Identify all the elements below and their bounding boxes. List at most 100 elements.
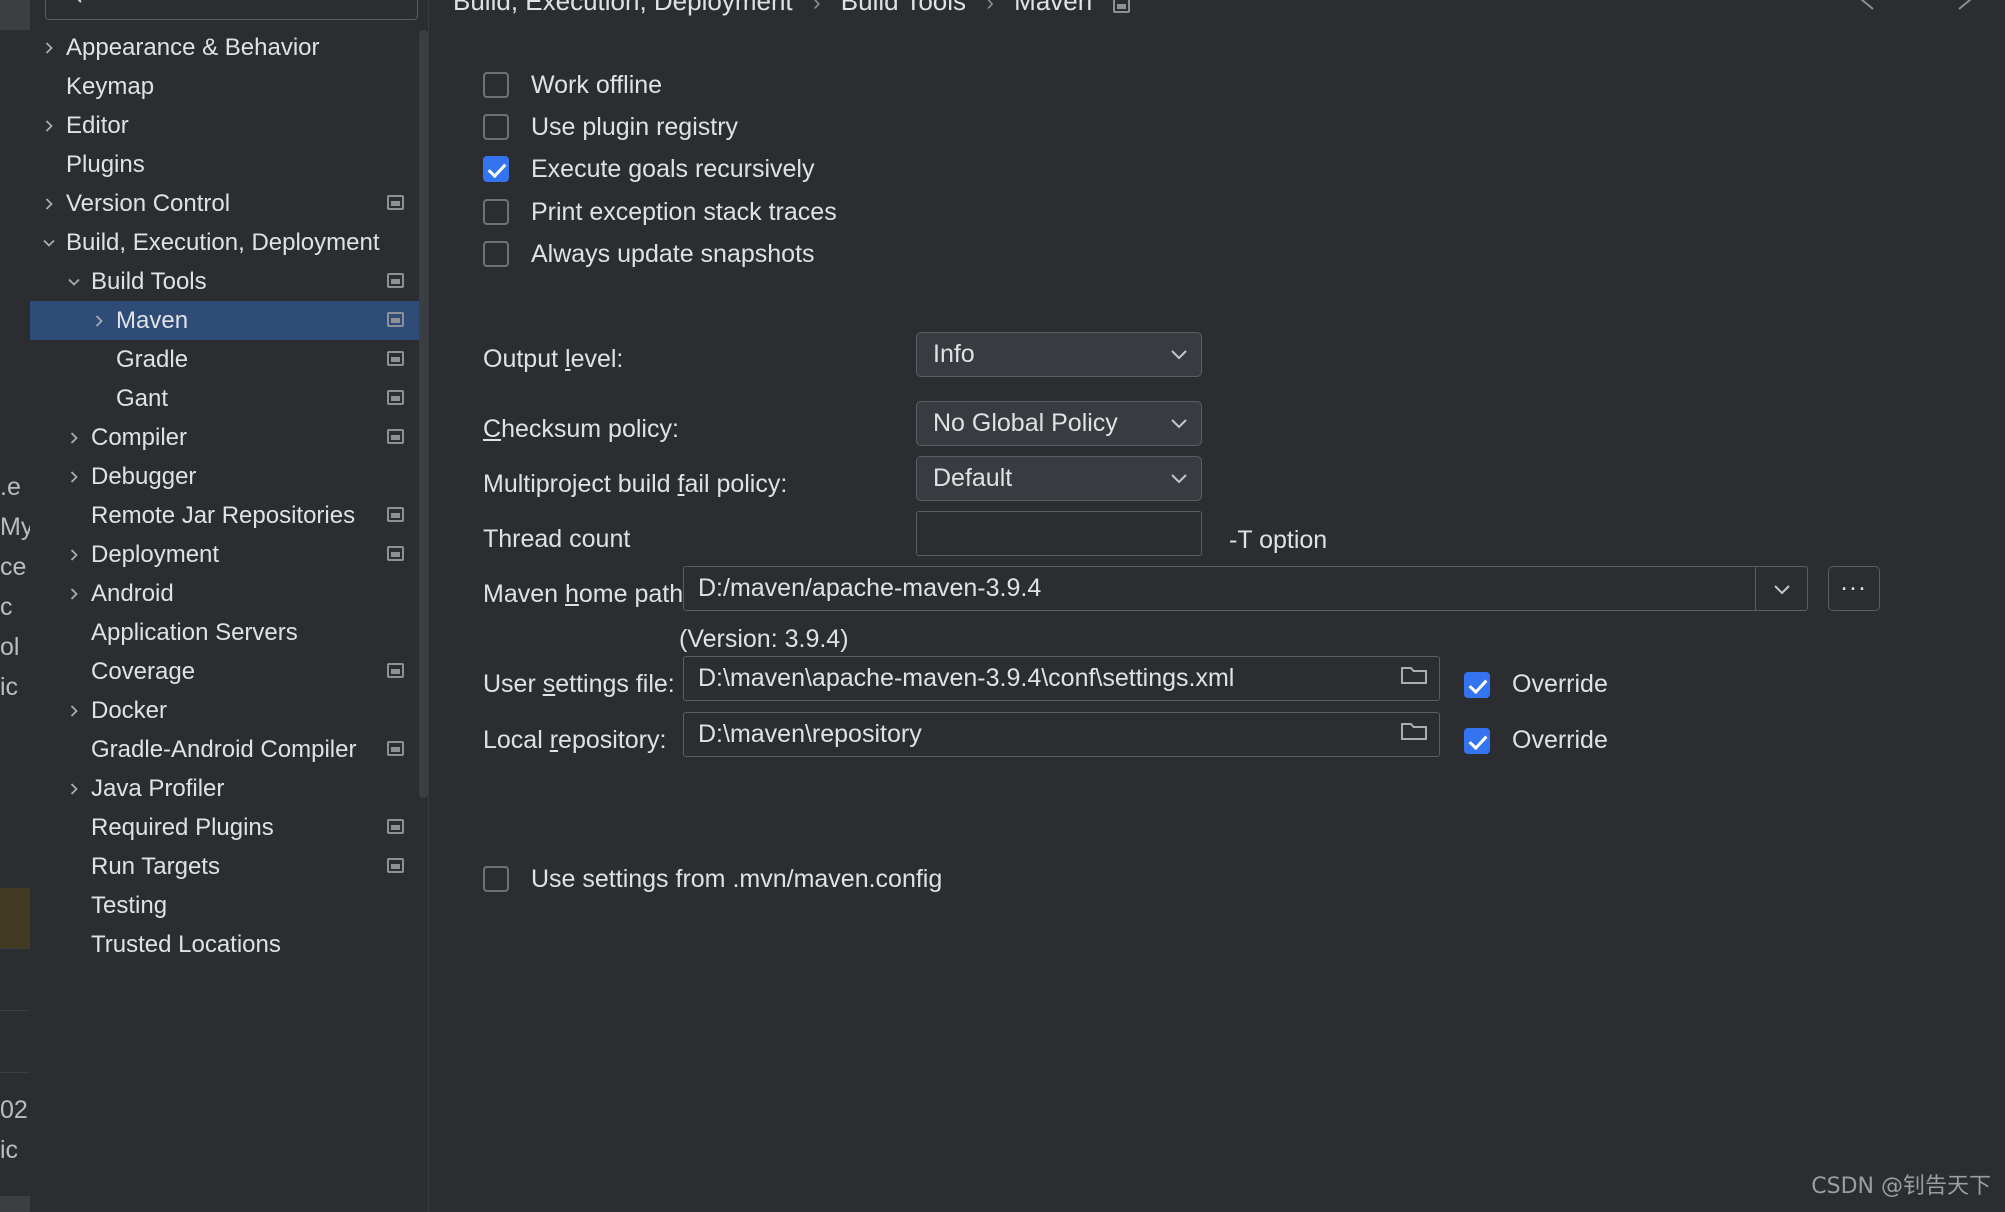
use-mvn-config-label: Use settings from .mvn/maven.config [531,864,943,893]
thread-count-input[interactable] [916,511,1202,556]
sidebar-item-application-servers[interactable]: Application Servers [30,613,428,652]
settings-tree[interactable]: Appearance & Behavior Keymap Editor Plugins… [30,28,428,964]
chevron-right-icon[interactable] [63,418,85,457]
sidebar-item-label: Java Profiler [91,775,225,802]
sidebar-item-docker[interactable]: Docker [30,691,428,730]
sidebar-item-required-plugins[interactable]: Required Plugins [30,808,428,847]
sidebar-item-coverage[interactable]: Coverage [30,652,428,691]
chevron-right-icon[interactable] [88,301,110,340]
maven-home-path-label-pre: Maven [483,580,565,608]
multiproject-fail-policy-label: Multiproject build fail policy: [483,470,787,499]
breadcrumb-part-2[interactable]: Build Tools [841,0,966,16]
chevron-right-icon[interactable] [38,28,60,67]
back-arrow-icon[interactable] [1857,0,1901,14]
user-settings-file-input[interactable]: D:\maven\apache-maven-3.9.4\conf\setting… [683,656,1440,701]
sidebar-item-build-execution-deployment[interactable]: Build, Execution, Deployment [30,223,428,262]
checkbox-label: Always update snapshots [531,239,815,268]
checkbox-execute-goals-recursively[interactable]: Execute goals recursively [483,152,814,186]
sidebar-item-appearance-behavior[interactable]: Appearance & Behavior [30,28,428,67]
sidebar-item-label: Plugins [66,151,145,178]
checkbox-print-exception-stack-traces[interactable]: Print exception stack traces [483,195,837,229]
maven-home-path-label-post: ome path: [578,580,691,608]
sidebar-item-plugins[interactable]: Plugins [30,145,428,184]
sidebar-item-gant[interactable]: Gant [30,379,428,418]
sidebar-item-testing[interactable]: Testing [30,886,428,925]
chevron-right-icon[interactable] [38,184,60,223]
maven-home-path-browse-button[interactable]: ... [1828,566,1880,611]
chevron-right-icon[interactable] [63,574,85,613]
checkbox-work-offline[interactable]: Work offline [483,68,662,102]
chevron-right-icon[interactable] [63,691,85,730]
sidebar-item-maven[interactable]: Maven [30,301,428,340]
user-settings-file-label-pre: User [483,670,543,698]
forward-arrow-icon[interactable] [1931,0,1975,14]
checkbox-use-plugin-registry[interactable]: Use plugin registry [483,110,738,144]
background-text-fragment: ol [0,633,20,661]
local-repository-override-checkbox[interactable]: Override [1464,726,1608,755]
output-level-value: Info [933,340,975,368]
maven-home-path-value: D:/maven/apache-maven-3.9.4 [698,574,1042,602]
maven-home-path-dropdown-arrow[interactable] [1755,567,1807,610]
folder-icon[interactable] [1399,663,1429,694]
checkbox-label: Print exception stack traces [531,197,837,226]
sidebar-item-trusted-locations[interactable]: Trusted Locations [30,925,428,964]
checkbox-label: Use plugin registry [531,112,739,141]
sidebar-item-debugger[interactable]: Debugger [30,457,428,496]
multiproject-fail-policy-dropdown[interactable]: Default [916,456,1202,501]
sidebar-item-editor[interactable]: Editor [30,106,428,145]
sidebar-item-label: Debugger [91,463,197,490]
sidebar-item-gradle[interactable]: Gradle [30,340,428,379]
sidebar-scrollbar[interactable] [419,30,428,798]
sidebar-item-android[interactable]: Android [30,574,428,613]
maven-version-note: (Version: 3.9.4) [679,625,849,653]
chevron-right-icon[interactable] [63,457,85,496]
project-scope-badge-icon [387,507,404,522]
checksum-policy-dropdown[interactable]: No Global Policy [916,401,1202,446]
sidebar-item-gradle-android-compiler[interactable]: Gradle-Android Compiler [30,730,428,769]
sidebar-item-compiler[interactable]: Compiler [30,418,428,457]
chevron-right-icon[interactable] [38,106,60,145]
chevron-down-icon[interactable] [38,223,60,262]
sidebar-item-deployment[interactable]: Deployment [30,535,428,574]
output-level-dropdown[interactable]: Info [916,332,1202,377]
sidebar-item-label: Required Plugins [91,814,274,841]
checkbox-box [483,866,509,892]
user-settings-file-value: D:\maven\apache-maven-3.9.4\conf\setting… [698,664,1235,692]
sidebar-item-remote-jar-repositories[interactable]: Remote Jar Repositories [30,496,428,535]
background-text-fragment: c [0,593,13,621]
checkbox-box [483,241,509,267]
breadcrumb-part-1[interactable]: Build, Execution, Deployment [453,0,793,16]
maven-home-path-combo[interactable]: D:/maven/apache-maven-3.9.4 [683,566,1808,611]
checksum-policy-label-post: hecksum policy: [501,415,679,443]
sidebar-item-label: Testing [91,892,168,919]
thread-count-label-text: Thread count [483,525,631,553]
local-repository-input[interactable]: D:\maven\repository [683,712,1440,757]
user-settings-override-checkbox[interactable]: Override [1464,670,1608,699]
override-label: Override [1512,726,1608,754]
breadcrumb-part-3: Maven [1014,0,1093,16]
sidebar-item-keymap[interactable]: Keymap [30,67,428,106]
sidebar-item-label: Editor [66,112,129,139]
folder-icon[interactable] [1399,719,1429,750]
sidebar-item-label: Android [91,580,174,607]
sidebar-item-run-targets[interactable]: Run Targets [30,847,428,886]
checkbox-box [483,114,509,140]
project-scope-badge-icon [387,390,404,405]
chevron-right-icon[interactable] [63,535,85,574]
background-text-fragment: .e [0,473,21,501]
search-input[interactable] [45,0,418,20]
checkbox-always-update-snapshots[interactable]: Always update snapshots [483,237,815,271]
chevron-down-icon [1167,409,1191,438]
checkbox-label: Execute goals recursively [531,154,815,183]
sidebar-item-version-control[interactable]: Version Control [30,184,428,223]
search-icon [60,0,84,10]
chevron-down-icon[interactable] [63,262,85,301]
project-scope-badge-icon [387,663,404,678]
use-mvn-config-checkbox[interactable]: Use settings from .mvn/maven.config [483,862,942,896]
sidebar-item-build-tools[interactable]: Build Tools [30,262,428,301]
background-text-fragment: ic [0,1136,19,1164]
chevron-right-icon[interactable] [63,769,85,808]
navigation-arrows [1831,0,1975,19]
settings-sidebar: Appearance & Behavior Keymap Editor Plugins… [30,0,428,1212]
sidebar-item-java-profiler[interactable]: Java Profiler [30,769,428,808]
